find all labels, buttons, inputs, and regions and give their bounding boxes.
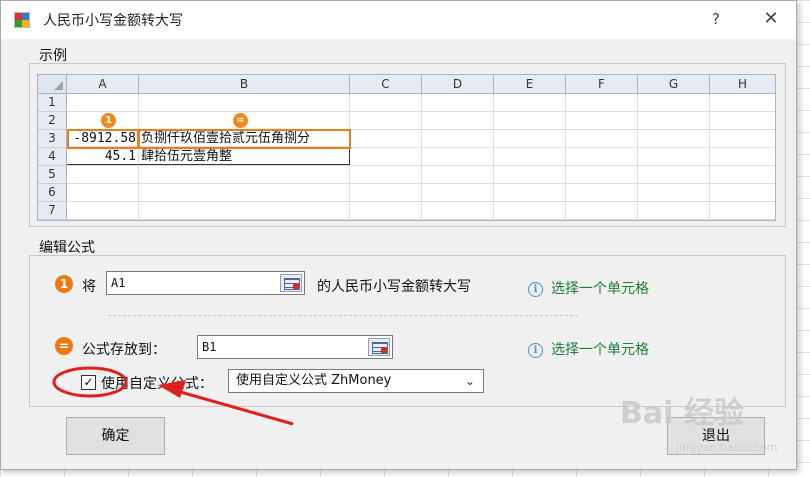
column-header-h: H [710,75,775,94]
help-button[interactable]: ? [704,7,728,31]
cell-b4: 肆拾伍元壹角整 [139,148,350,165]
info-icon: i [528,343,543,358]
row-header-1: 1 [38,94,67,112]
step1-suffix: 的人民币小写金额转大写 [317,279,471,295]
custom-formula-select[interactable]: 使用自定义公式 ZhMoney ⌄ [228,369,484,393]
step2-badge: = [55,337,73,355]
hint-text-2: 选择一个单元格 [551,342,649,358]
app-icon [14,12,30,28]
column-header-f: F [566,75,638,94]
example-group-label: 示例 [39,48,67,64]
row-header-2: 2 [38,112,67,130]
hint-select-cell-1: i 选择一个单元格 [528,278,649,298]
highlight-a3 [67,129,139,149]
select-range-icon[interactable] [368,338,390,356]
select-all-corner [38,75,67,94]
target-cell-input[interactable]: B1 [197,335,393,359]
example-badge-equals: = [233,113,248,128]
example-spreadsheet: A B C D E F G H 1 2 3 4 5 6 7 1 = -8912.… [37,74,776,221]
row-header-6: 6 [38,184,67,202]
edit-group-label: 编辑公式 [39,240,95,256]
column-header-b: B [139,75,350,94]
highlight-b3 [138,129,351,149]
ok-button[interactable]: 确定 [66,417,165,455]
row-header-3: 3 [38,130,67,148]
select-range-icon[interactable] [280,274,302,292]
watermark-logo: Bai 经验 [620,396,744,431]
step1-prefix: 将 [82,279,96,295]
window-title: 人民币小写金额转大写 [43,13,183,29]
separator-line [108,315,578,316]
target-cell-value: B1 [202,340,217,354]
row-header-4: 4 [38,148,67,166]
watermark-url: jingyan.baidu.com [676,441,778,454]
source-cell-input[interactable]: A1 [106,271,305,295]
column-header-d: D [422,75,494,94]
corner-triangle-icon [54,81,63,90]
title-bar: 人民币小写金额转大写 ? ✕ [1,1,796,39]
hint-text-1: 选择一个单元格 [551,281,649,297]
column-header-e: E [494,75,566,94]
checkmark-icon: ✓ [83,375,94,389]
chevron-down-icon: ⌄ [464,374,475,388]
example-badge-1: 1 [101,113,116,128]
step1-badge: 1 [55,275,73,293]
info-icon: i [528,282,543,297]
row-header-7: 7 [38,202,67,220]
row-header-5: 5 [38,166,67,184]
step2-label: 公式存放到： [82,342,166,358]
source-cell-value: A1 [111,276,126,290]
close-button[interactable]: ✕ [757,7,785,31]
cell-a4: 45.1 [67,148,139,165]
column-header-a: A [67,75,139,94]
custom-formula-label: 使用自定义公式： [101,376,213,392]
hint-select-cell-2: i 选择一个单元格 [528,339,649,359]
column-header-g: G [638,75,710,94]
custom-formula-checkbox[interactable]: ✓ [81,375,96,390]
column-header-c: C [350,75,422,94]
custom-formula-value: 使用自定义公式 ZhMoney [236,373,392,388]
